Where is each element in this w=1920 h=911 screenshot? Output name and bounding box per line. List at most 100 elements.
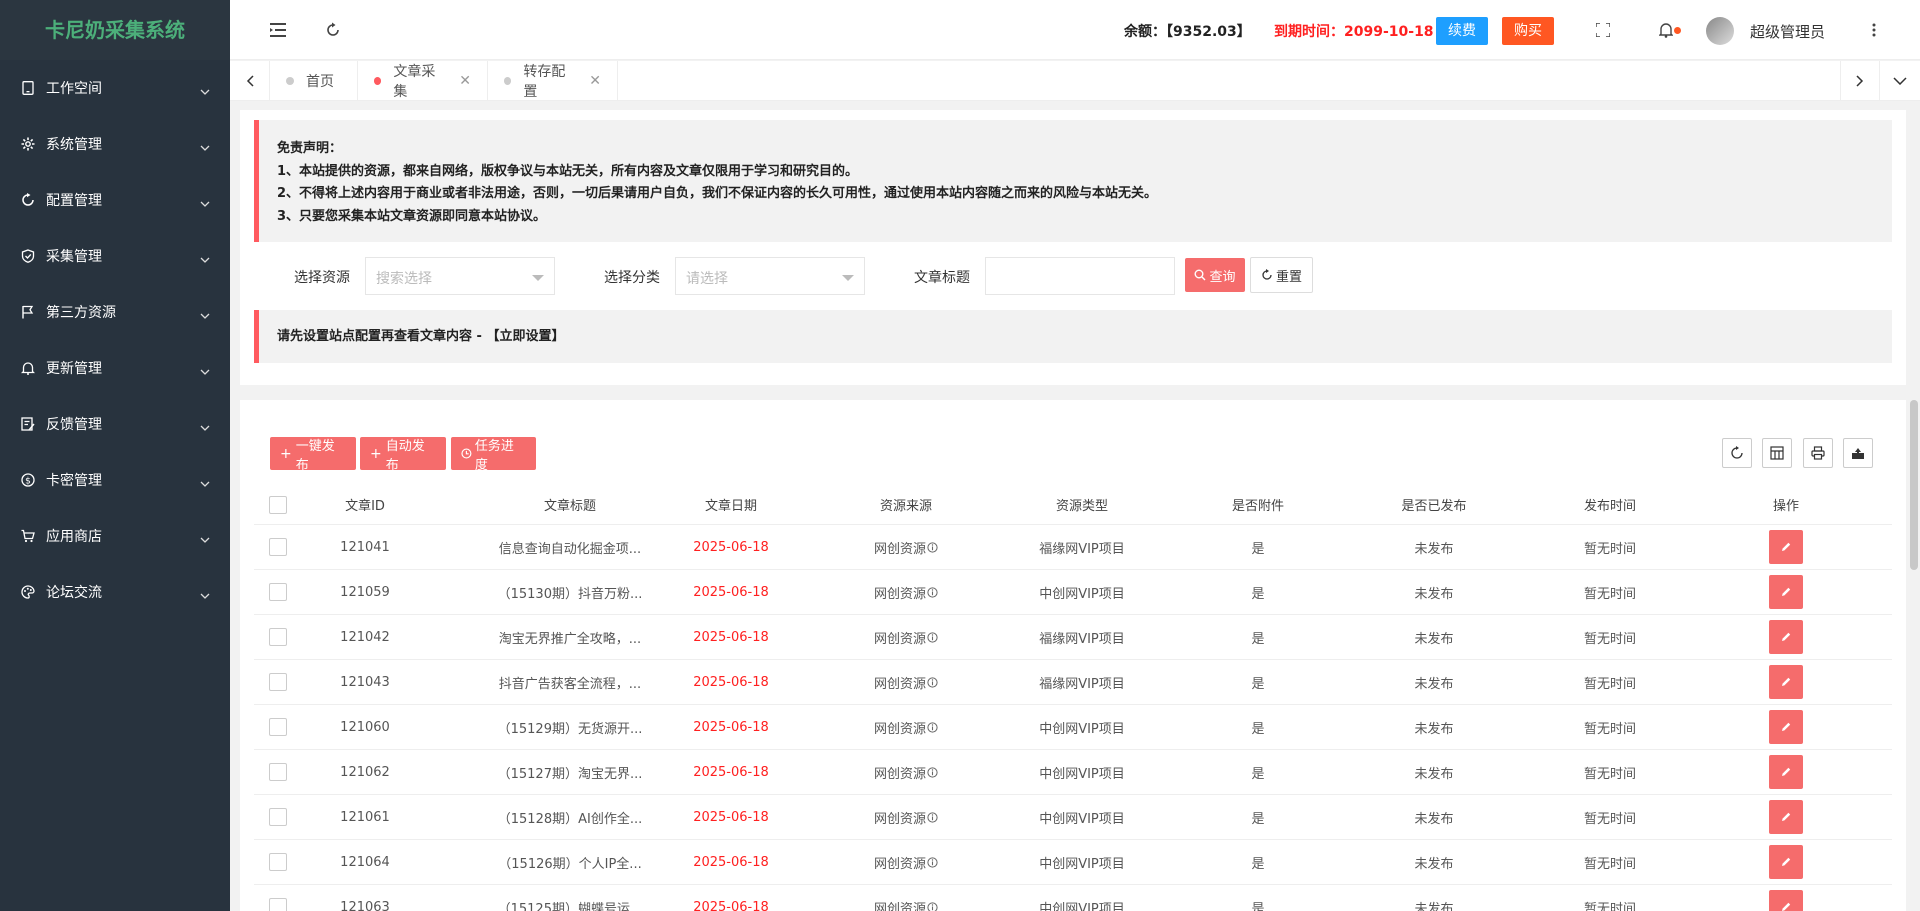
table-row[interactable]: 121059 （15130期）抖音万粉... 2025-06-18 网创资源 中创网VI… <box>254 570 1892 615</box>
info-icon[interactable] <box>927 676 938 688</box>
tab-dropdown-icon[interactable] <box>1880 61 1920 101</box>
sidebar-item[interactable]: 工作空间 <box>0 60 230 116</box>
row-checkbox-cell <box>254 750 302 794</box>
info-icon[interactable] <box>927 541 938 553</box>
publish-all-button[interactable]: + 一键发布 <box>270 437 356 473</box>
column-filter-button[interactable] <box>1762 438 1792 468</box>
header-published[interactable]: 是否已发布 <box>1346 485 1522 524</box>
table-row[interactable]: 121042 淘宝无界推广全攻略，... 2025-06-18 网创资源 福缘网VIP项… <box>254 615 1892 660</box>
row-checkbox[interactable] <box>269 583 287 601</box>
resource-select[interactable]: 搜索选择 <box>365 257 555 295</box>
info-icon[interactable] <box>927 721 938 733</box>
cell-type: 中创网VIP项目 <box>994 570 1170 614</box>
row-checkbox[interactable] <box>269 898 287 911</box>
title-input[interactable] <box>985 257 1175 295</box>
row-checkbox[interactable] <box>269 808 287 826</box>
cell-source: 网创资源 <box>818 570 994 614</box>
tab-article-collect[interactable]: 文章采集 ✕ <box>358 61 488 101</box>
info-icon[interactable] <box>927 901 938 911</box>
refresh-icon[interactable] <box>321 18 345 42</box>
menu-toggle-icon[interactable] <box>266 18 290 42</box>
cell-attachment-text: 是 <box>1251 856 1265 872</box>
renew-button[interactable]: 续费 <box>1436 17 1488 45</box>
header-publish-time[interactable]: 发布时间 <box>1522 485 1698 524</box>
edit-button[interactable] <box>1769 800 1803 834</box>
sidebar-item[interactable]: 反馈管理 <box>0 396 230 452</box>
export-button[interactable] <box>1843 438 1873 468</box>
header-source[interactable]: 资源来源 <box>818 485 994 524</box>
query-button[interactable]: 查询 <box>1185 258 1245 292</box>
info-icon[interactable] <box>927 766 938 778</box>
table-row[interactable]: 121041 信息查询自动化掘金项... 2025-06-18 网创资源 福缘网VIP项… <box>254 525 1892 570</box>
table-row[interactable]: 121064 （15126期）个人IP全... 2025-06-18 网创资源 中创网V… <box>254 840 1892 885</box>
edit-button[interactable] <box>1769 845 1803 879</box>
article-table: 文章ID 文章标题 文章日期 资源来源 资源类型 是否附件 是否已发布 发布时间… <box>254 485 1892 911</box>
sidebar-item[interactable]: $ 卡密管理 <box>0 452 230 508</box>
username[interactable]: 超级管理员 <box>1750 21 1825 42</box>
row-checkbox[interactable] <box>269 853 287 871</box>
header-id[interactable]: 文章ID <box>304 485 426 524</box>
edit-button[interactable] <box>1769 620 1803 654</box>
header-type[interactable]: 资源类型 <box>994 485 1170 524</box>
sidebar-item[interactable]: 配置管理 <box>0 172 230 228</box>
header-attachment[interactable]: 是否附件 <box>1170 485 1346 524</box>
row-checkbox[interactable] <box>269 628 287 646</box>
cell-source-text: 网创资源 <box>873 856 926 872</box>
reset-button[interactable]: 重置 <box>1250 257 1313 293</box>
disclaimer-line: 3、只要您采集本站文章资源即同意本站协议。 <box>277 208 547 224</box>
sidebar-item[interactable]: 更新管理 <box>0 340 230 396</box>
tab-home[interactable]: 首页 <box>270 61 358 101</box>
table-row[interactable]: 121060 （15129期）无货源开... 2025-06-18 网创资源 中创网VI… <box>254 705 1892 750</box>
info-icon[interactable] <box>927 856 938 868</box>
filter-panel: 免责声明： 1、本站提供的资源，都来自网络，版权争议与本站无关，所有内容及文章仅… <box>240 110 1906 385</box>
page-scrollbar[interactable] <box>1910 400 1918 570</box>
tab-close-icon[interactable]: ✕ <box>459 73 471 89</box>
row-checkbox[interactable] <box>269 763 287 781</box>
row-checkbox[interactable] <box>269 673 287 691</box>
sidebar-item[interactable]: 采集管理 <box>0 228 230 284</box>
header-date[interactable]: 文章日期 <box>643 485 819 524</box>
table-refresh-button[interactable] <box>1722 438 1752 468</box>
sidebar-item[interactable]: 第三方资源 <box>0 284 230 340</box>
table-row[interactable]: 121062 （15127期）淘宝无界... 2025-06-18 网创资源 中创网VI… <box>254 750 1892 795</box>
edit-button[interactable] <box>1769 665 1803 699</box>
category-select[interactable]: 请选择 <box>675 257 865 295</box>
cell-attachment-text: 是 <box>1251 676 1265 692</box>
edit-button[interactable] <box>1769 755 1803 789</box>
print-button[interactable] <box>1803 438 1833 468</box>
tab-scroll-right-icon[interactable] <box>1840 61 1880 101</box>
app-logo[interactable]: 卡尼奶采集系统 <box>0 0 230 60</box>
row-checkbox[interactable] <box>269 538 287 556</box>
cell-attachment-text: 是 <box>1251 541 1265 557</box>
cell-published-text: 未发布 <box>1414 901 1454 911</box>
tab-transfer-config[interactable]: 转存配置 ✕ <box>488 61 618 101</box>
setup-tip[interactable]: 请先设置站点配置再查看文章内容 - 【立即设置】 <box>254 310 1892 363</box>
cell-attachment-text: 是 <box>1251 766 1265 782</box>
buy-button[interactable]: 购买 <box>1502 17 1554 45</box>
info-icon[interactable] <box>927 811 938 823</box>
info-icon[interactable] <box>927 631 938 643</box>
table-row[interactable]: 121063 （15125期）蝴蝶号运... 2025-06-18 网创资源 中创网VI… <box>254 885 1892 911</box>
auto-publish-button[interactable]: + 自动发布 <box>360 437 446 473</box>
edit-button[interactable] <box>1769 530 1803 564</box>
sidebar-item[interactable]: 系统管理 <box>0 116 230 172</box>
select-all-checkbox[interactable] <box>269 495 287 514</box>
tab-scroll-left-icon[interactable] <box>230 61 270 101</box>
pencil-icon <box>1782 812 1791 821</box>
task-progress-button[interactable]: 任务进度 <box>451 437 536 473</box>
tab-close-icon[interactable]: ✕ <box>589 73 601 89</box>
table-row[interactable]: 121061 （15128期）AI创作全... 2025-06-18 网创资源 中创网V… <box>254 795 1892 840</box>
cell-published-text: 未发布 <box>1414 811 1454 827</box>
more-options-icon[interactable] <box>1862 18 1886 42</box>
avatar[interactable] <box>1706 17 1734 45</box>
edit-button[interactable] <box>1769 575 1803 609</box>
sidebar-item[interactable]: 论坛交流 <box>0 564 230 620</box>
table-row[interactable]: 121043 抖音广告获客全流程，... 2025-06-18 网创资源 福缘网VIP项… <box>254 660 1892 705</box>
row-checkbox[interactable] <box>269 718 287 736</box>
edit-button[interactable] <box>1769 710 1803 744</box>
edit-button[interactable] <box>1769 890 1803 911</box>
sidebar-item[interactable]: 应用商店 <box>0 508 230 564</box>
cell-published-text: 未发布 <box>1414 541 1454 557</box>
fullscreen-icon[interactable] <box>1591 18 1615 42</box>
info-icon[interactable] <box>927 586 938 598</box>
